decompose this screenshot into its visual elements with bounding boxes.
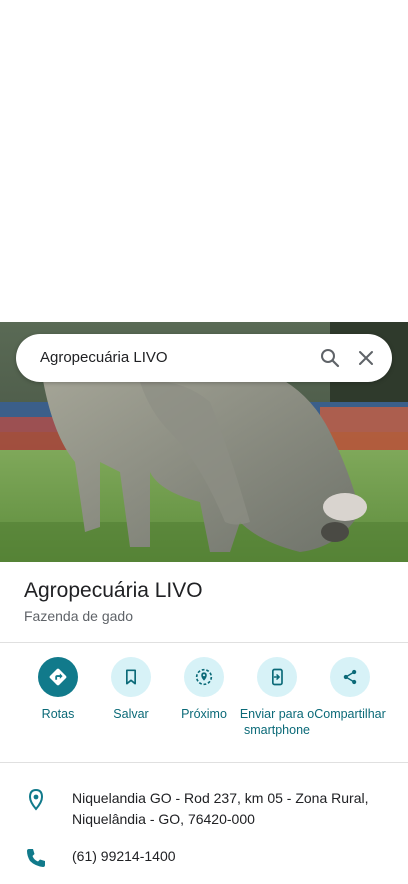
search-bar[interactable]: Agropecuária LIVO: [16, 334, 392, 382]
close-icon[interactable]: [354, 346, 378, 370]
directions-icon: [38, 657, 78, 697]
nearby-icon: [184, 657, 224, 697]
action-bar: Rotas Salvar Próximo Enviar para o smart…: [0, 657, 408, 767]
divider: [0, 762, 408, 763]
share-label: Compartilhar: [314, 707, 386, 721]
directions-button[interactable]: Rotas: [18, 657, 98, 722]
phone-text: (61) 99214-1400: [72, 848, 176, 864]
place-title: Agropecuária LIVO: [24, 579, 203, 602]
send-to-phone-icon: [257, 657, 297, 697]
place-category: Fazenda de gado: [24, 608, 133, 624]
save-label: Salvar: [113, 707, 149, 721]
address-text: Niquelandia GO - Rod 237, km 05 - Zona R…: [72, 790, 369, 827]
send-to-phone-label: Enviar para o smartphone: [239, 707, 315, 737]
divider: [0, 642, 408, 643]
send-to-phone-button[interactable]: Enviar para o smartphone: [237, 657, 317, 738]
nearby-button[interactable]: Próximo: [164, 657, 244, 722]
map-area[interactable]: [0, 0, 408, 322]
phone-icon: [24, 846, 48, 870]
place-details-panel: Agropecuária LIVO Fazenda de gado Rotas …: [0, 562, 408, 884]
search-icon[interactable]: [318, 346, 342, 370]
directions-label: Rotas: [41, 707, 75, 721]
bookmark-icon: [111, 657, 151, 697]
nearby-label: Próximo: [181, 707, 227, 721]
share-icon: [330, 657, 370, 697]
share-button[interactable]: Compartilhar: [310, 657, 390, 722]
location-pin-icon: [24, 788, 48, 812]
save-button[interactable]: Salvar: [91, 657, 171, 722]
search-input[interactable]: Agropecuária LIVO: [40, 334, 168, 382]
